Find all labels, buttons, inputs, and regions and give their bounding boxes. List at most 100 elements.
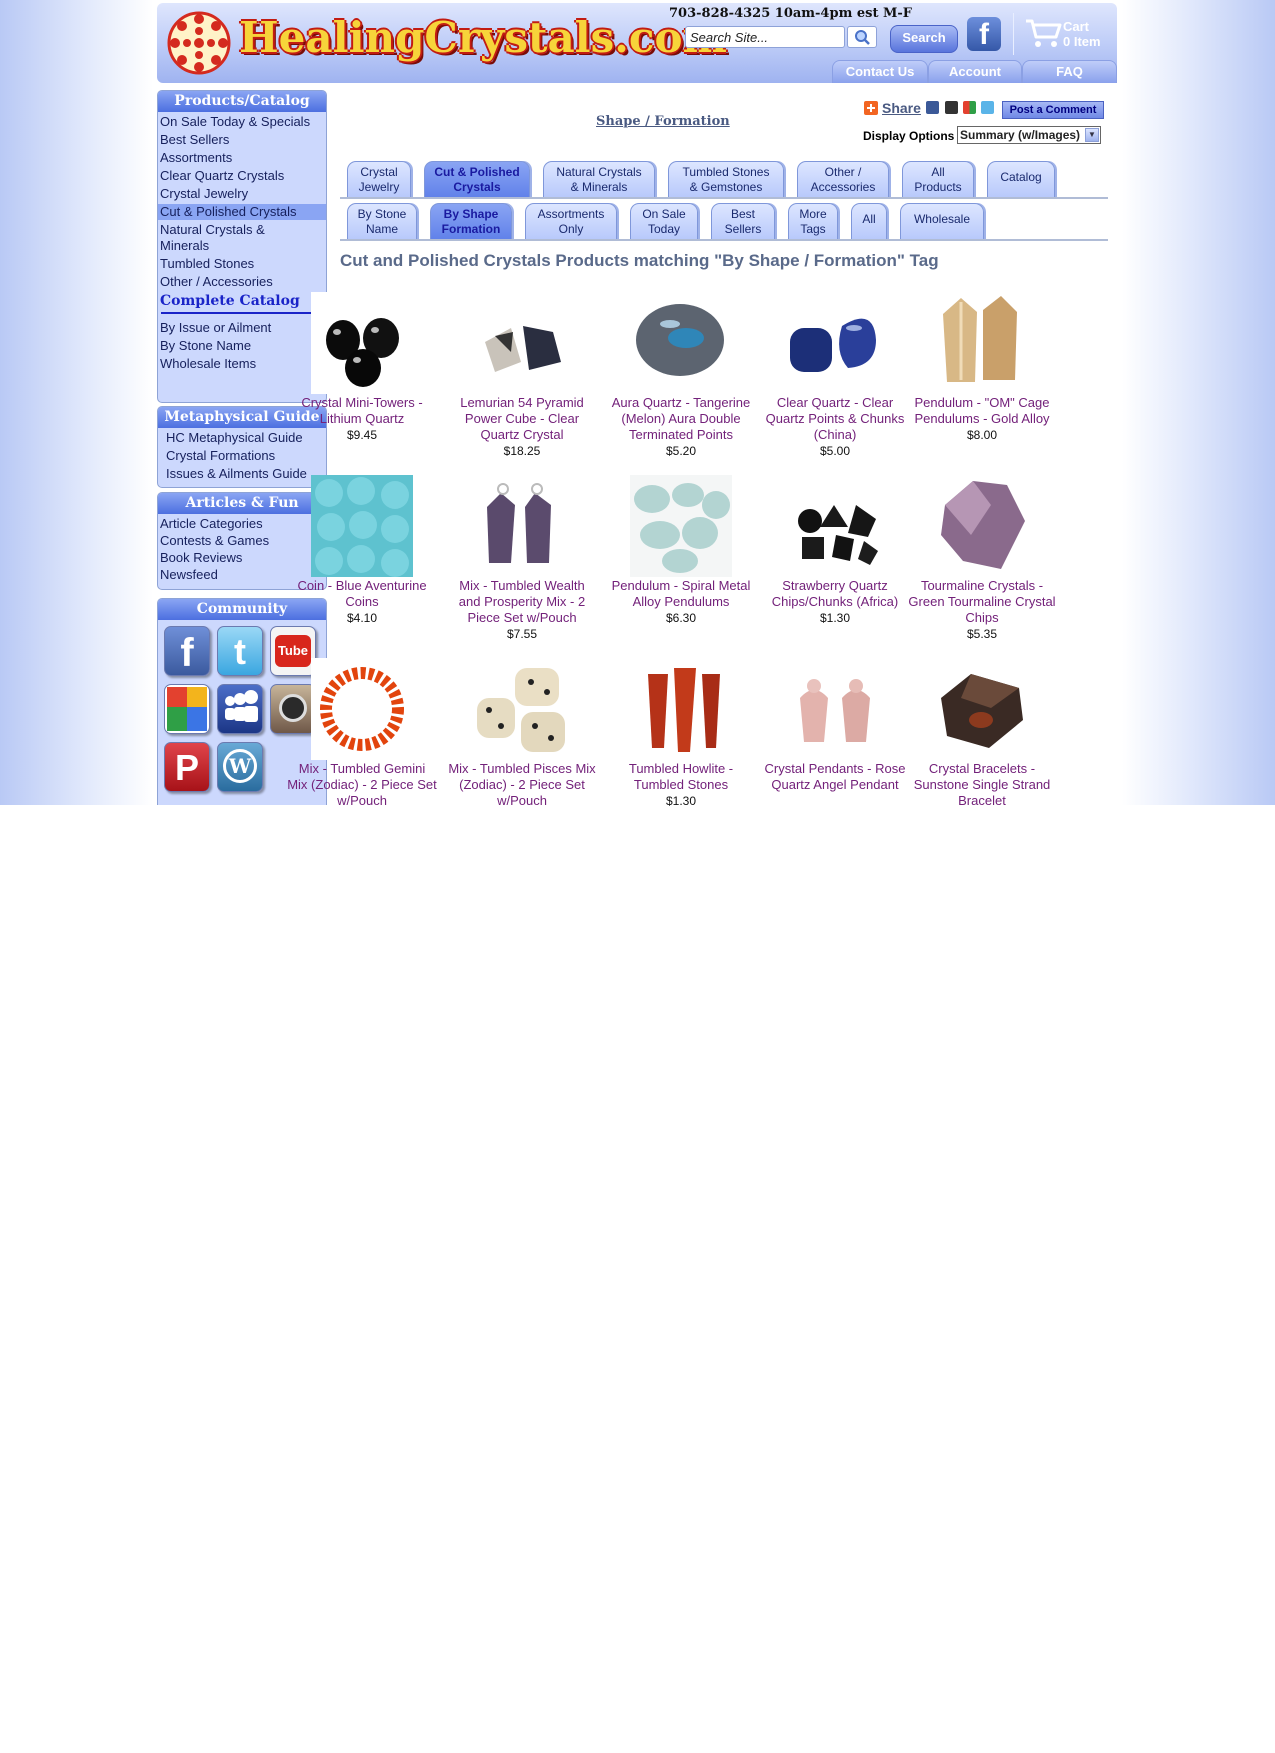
product-card[interactable]: Mix - Tumbled Gemini Mix (Zodiac) - 2 Pi… — [287, 658, 437, 809]
tab-on-sale-today[interactable]: On Sale Today — [630, 203, 698, 239]
tab-more-tags[interactable]: More Tags — [788, 203, 838, 239]
facebook-share-icon[interactable] — [926, 101, 939, 114]
product-image[interactable] — [471, 475, 573, 577]
product-card[interactable]: Mix - Tumbled Wealth and Prosperity Mix … — [447, 475, 597, 642]
tab-assortments-only[interactable]: Assortments Only — [525, 203, 617, 239]
product-name-link[interactable]: Tourmaline Crystals - Green Tourmaline C… — [907, 578, 1057, 626]
product-image[interactable] — [931, 475, 1033, 577]
tab-by-shape-formation[interactable]: By Shape Formation — [430, 203, 512, 239]
product-card[interactable]: Coin - Blue Aventurine Coins $4.10 — [287, 475, 437, 626]
product-name-link[interactable]: Lemurian 54 Pyramid Power Cube - Clear Q… — [447, 395, 597, 443]
facebook-header-icon[interactable]: f — [967, 17, 1001, 51]
product-image[interactable] — [311, 475, 413, 577]
sidebar-item-crystal-formations[interactable]: Crystal Formations — [158, 448, 326, 464]
product-card[interactable]: Mix - Tumbled Pisces Mix (Zodiac) - 2 Pi… — [447, 658, 597, 809]
product-image[interactable] — [630, 658, 732, 760]
search-button[interactable]: Search — [890, 25, 958, 53]
tab-tumbled-stones[interactable]: Tumbled Stones & Gemstones — [668, 161, 784, 197]
tab-contact-us[interactable]: Contact Us — [832, 60, 928, 83]
product-name-link[interactable]: Pendulum - "OM" Cage Pendulums - Gold Al… — [907, 395, 1057, 427]
product-name-link[interactable]: Crystal Mini-Towers - Lithium Quartz — [287, 395, 437, 427]
breadcrumb[interactable]: Shape / Formation — [596, 114, 730, 129]
tab-all[interactable]: All — [851, 203, 887, 239]
site-logo-text[interactable]: HealingCrystals.com — [239, 13, 727, 62]
twitter-icon[interactable]: t — [217, 626, 263, 676]
facebook-icon[interactable]: f — [164, 626, 210, 676]
product-name-link[interactable]: Pendulum - Spiral Metal Alloy Pendulums — [606, 578, 756, 610]
cart-summary[interactable]: Cart 0 Item — [1063, 19, 1101, 49]
product-image[interactable] — [471, 292, 573, 394]
product-name-link[interactable]: Mix - Tumbled Wealth and Prosperity Mix … — [447, 578, 597, 626]
tab-cut-polished[interactable]: Cut & Polished Crystals — [424, 161, 530, 197]
product-card[interactable]: Crystal Mini-Towers - Lithium Quartz $9.4… — [287, 292, 437, 443]
tab-catalog[interactable]: Catalog — [987, 161, 1055, 197]
sidebar-item-other-accessories[interactable]: Other / Accessories — [158, 274, 326, 290]
tab-account[interactable]: Account — [928, 60, 1022, 83]
tab-crystal-jewelry[interactable]: Crystal Jewelry — [347, 161, 411, 197]
product-card[interactable]: Pendulum - Spiral Metal Alloy Pendulums $… — [606, 475, 756, 626]
product-image[interactable] — [784, 475, 886, 577]
product-card[interactable]: Crystal Bracelets - Sunstone Single Stra… — [907, 658, 1057, 809]
cart-icon[interactable] — [1024, 17, 1062, 49]
product-image[interactable] — [784, 658, 886, 760]
google-icon[interactable] — [164, 684, 210, 734]
sidebar-item-assortments[interactable]: Assortments — [158, 150, 326, 166]
product-image[interactable] — [931, 658, 1033, 760]
product-name-link[interactable]: Mix - Tumbled Gemini Mix (Zodiac) - 2 Pi… — [287, 761, 437, 809]
product-image[interactable] — [630, 475, 732, 577]
product-image[interactable] — [784, 292, 886, 394]
crystal-logo-icon[interactable] — [163, 7, 235, 79]
product-price: $6.30 — [665, 611, 697, 625]
tab-other-accessories[interactable]: Other / Accessories — [797, 161, 889, 197]
product-card[interactable]: Clear Quartz - Clear Quartz Points & Chu… — [760, 292, 910, 459]
product-card[interactable]: Crystal Pendants - Rose Quartz Angel Pen… — [760, 658, 910, 793]
search-magnifier[interactable] — [847, 26, 877, 48]
sidebar-item-crystal-jewelry[interactable]: Crystal Jewelry — [158, 186, 326, 202]
product-name-link[interactable]: Aura Quartz - Tangerine (Melon) Aura Dou… — [606, 395, 756, 443]
product-name-link[interactable]: Tumbled Howlite - Tumbled Stones — [606, 761, 756, 793]
product-image[interactable] — [311, 292, 413, 394]
product-card[interactable]: Tourmaline Crystals - Green Tourmaline C… — [907, 475, 1057, 642]
display-options-select[interactable]: Summary (w/Images) ▼ — [957, 126, 1101, 144]
tab-natural-crystals[interactable]: Natural Crystals & Minerals — [543, 161, 655, 197]
share-plus-icon[interactable] — [864, 101, 878, 115]
tab-faq[interactable]: FAQ — [1022, 60, 1117, 83]
search-input[interactable] — [685, 26, 845, 48]
product-name-link[interactable]: Coin - Blue Aventurine Coins — [287, 578, 437, 610]
myspace-share-icon[interactable] — [945, 101, 958, 114]
pinterest-icon[interactable]: P — [164, 742, 210, 792]
sidebar-item-natural-crystals[interactable]: Natural Crystals & Minerals — [158, 222, 282, 254]
tab-best-sellers[interactable]: Best Sellers — [711, 203, 775, 239]
tab-all-products[interactable]: All Products — [902, 161, 974, 197]
product-image[interactable] — [311, 658, 413, 760]
product-name-link[interactable]: Clear Quartz - Clear Quartz Points & Chu… — [760, 395, 910, 443]
product-name-link[interactable]: Strawberry Quartz Chips/Chunks (Africa) — [760, 578, 910, 610]
product-image[interactable] — [931, 292, 1033, 394]
product-image[interactable] — [630, 292, 732, 394]
product-card[interactable]: Aura Quartz - Tangerine (Melon) Aura Dou… — [606, 292, 756, 459]
product-card[interactable]: Lemurian 54 Pyramid Power Cube - Clear Q… — [447, 292, 597, 459]
cart-count: 0 Item — [1063, 34, 1101, 49]
sidebar-item-best-sellers[interactable]: Best Sellers — [158, 132, 326, 148]
product-card[interactable]: Pendulum - "OM" Cage Pendulums - Gold Al… — [907, 292, 1057, 443]
tab-wholesale[interactable]: Wholesale — [900, 203, 984, 239]
share-link[interactable]: Share — [882, 100, 921, 116]
product-name-link[interactable]: Mix - Tumbled Pisces Mix (Zodiac) - 2 Pi… — [447, 761, 597, 809]
product-name-link[interactable]: Crystal Bracelets - Sunstone Single Stra… — [907, 761, 1057, 809]
product-card[interactable]: Tumbled Howlite - Tumbled Stones $1.30 — [606, 658, 756, 809]
wordpress-icon[interactable]: W — [217, 742, 263, 792]
product-card[interactable]: Strawberry Quartz Chips/Chunks (Africa) $… — [760, 475, 910, 626]
category-tabs-rule — [340, 197, 1108, 199]
myspace-icon[interactable] — [217, 684, 263, 734]
google-share-icon[interactable] — [963, 101, 976, 114]
tab-by-stone-name[interactable]: By Stone Name — [347, 203, 417, 239]
product-price: $5.00 — [819, 444, 851, 458]
post-comment-button[interactable]: Post a Comment — [1002, 101, 1104, 119]
sidebar-item-tumbled-stones[interactable]: Tumbled Stones — [158, 256, 326, 272]
sidebar-item-clear-quartz[interactable]: Clear Quartz Crystals — [158, 168, 326, 184]
product-name-link[interactable]: Crystal Pendants - Rose Quartz Angel Pen… — [760, 761, 910, 793]
sidebar-item-on-sale[interactable]: On Sale Today & Specials — [158, 114, 326, 130]
sidebar-item-cut-polished[interactable]: Cut & Polished Crystals — [158, 204, 326, 220]
product-image[interactable] — [471, 658, 573, 760]
twitter-share-icon[interactable] — [981, 101, 994, 114]
